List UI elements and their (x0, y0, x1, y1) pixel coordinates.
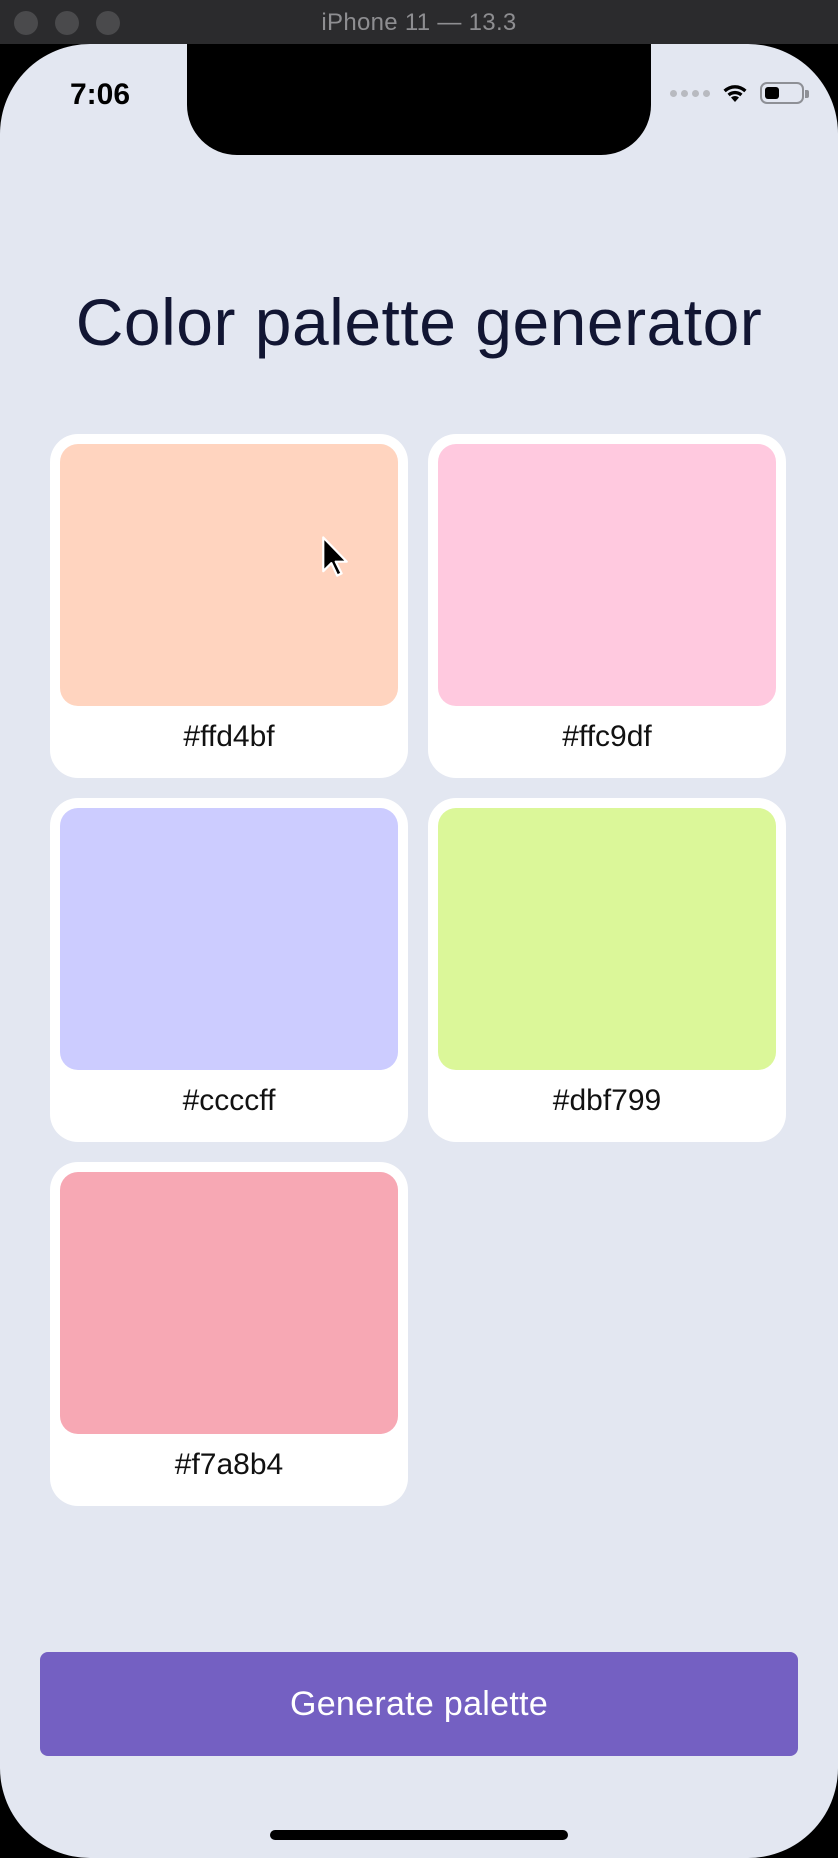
color-card[interactable]: #ffc9df (428, 434, 786, 778)
home-indicator[interactable] (270, 1830, 568, 1840)
status-time: 7:06 (70, 78, 131, 111)
page-title: Color palette generator (75, 285, 763, 359)
color-swatch[interactable] (438, 444, 776, 706)
cellular-icon (670, 89, 710, 97)
color-card[interactable]: #f7a8b4 (50, 1162, 408, 1506)
window-title: iPhone 11 — 13.3 (321, 9, 517, 36)
color-hex-label: #ffd4bf (183, 720, 275, 753)
color-hex-label: #dbf799 (552, 1084, 662, 1117)
phone-screen: 7:06 Color palette generator #ffd4bf #ff… (0, 44, 838, 1858)
color-card[interactable]: #ccccff (50, 798, 408, 1142)
generate-palette-button[interactable]: Generate palette (40, 1652, 798, 1756)
color-card[interactable]: #dbf799 (428, 798, 786, 1142)
simulator-window: iPhone 11 — 13.3 7:06 Color palette gene… (0, 0, 838, 1858)
device-frame: 7:06 Color palette generator #ffd4bf #ff… (0, 44, 838, 1858)
color-swatch[interactable] (60, 808, 398, 1070)
notch (187, 44, 651, 155)
wifi-icon (720, 82, 750, 104)
mouse-cursor-icon (322, 536, 348, 577)
battery-level (765, 87, 779, 99)
color-card[interactable]: #ffd4bf (50, 434, 408, 778)
title-bar: iPhone 11 — 13.3 (0, 0, 838, 45)
status-icons (670, 82, 809, 104)
color-swatch[interactable] (438, 808, 776, 1070)
color-swatch[interactable] (60, 1172, 398, 1434)
color-hex-label: #ccccff (182, 1084, 276, 1117)
battery-icon (760, 82, 809, 104)
color-hex-label: #f7a8b4 (174, 1448, 284, 1481)
color-hex-label: #ffc9df (562, 720, 652, 753)
